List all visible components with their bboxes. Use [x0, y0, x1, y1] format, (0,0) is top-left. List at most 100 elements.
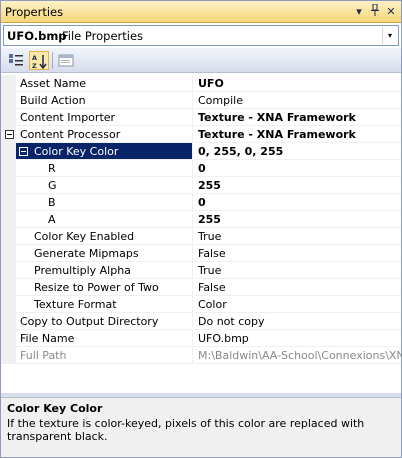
- property-name-cell[interactable]: Copy to Output Directory: [16, 313, 193, 330]
- property-name-cell[interactable]: B: [16, 194, 193, 211]
- properties-toolbar: A Z: [1, 48, 401, 73]
- property-value-cell: M:\Baldwin\AA-School\Connexions\XNA Ga: [194, 347, 401, 364]
- property-name: Asset Name: [20, 77, 87, 90]
- row-margin: [1, 160, 16, 177]
- property-row[interactable]: G 255: [1, 177, 401, 194]
- row-margin: [1, 75, 16, 92]
- property-name-cell[interactable]: Generate Mipmaps: [16, 245, 193, 262]
- property-row[interactable]: Texture Format Color: [1, 296, 401, 313]
- property-row[interactable]: Premultiply Alpha True: [1, 262, 401, 279]
- description-pane: Color Key Color If the texture is color-…: [1, 397, 401, 457]
- object-selector[interactable]: UFO.bmp File Properties ▾: [3, 25, 399, 46]
- row-margin: [1, 228, 16, 245]
- property-row[interactable]: File Name UFO.bmp: [1, 330, 401, 347]
- property-value: 255: [198, 213, 221, 226]
- property-value-cell[interactable]: Do not copy: [194, 313, 401, 330]
- property-row[interactable]: Asset Name UFO: [1, 75, 401, 92]
- description-text: If the texture is color-keyed, pixels of…: [7, 417, 365, 443]
- property-row[interactable]: Color Key Enabled True: [1, 228, 401, 245]
- property-value-cell[interactable]: Compile: [194, 92, 401, 109]
- close-icon[interactable]: ✕: [383, 4, 399, 19]
- auto-hide-pin-icon[interactable]: [367, 3, 383, 19]
- property-value-cell[interactable]: 0: [194, 160, 401, 177]
- property-row[interactable]: Content Processor Texture - XNA Framework: [1, 126, 401, 143]
- svg-text:Z: Z: [32, 62, 37, 69]
- property-row[interactable]: Copy to Output Directory Do not copy: [1, 313, 401, 330]
- property-name: B: [48, 196, 56, 209]
- property-grid: Asset Name UFO Build Action Compile Content …: [1, 75, 401, 367]
- row-margin: [1, 109, 16, 126]
- property-value-cell[interactable]: Color: [194, 296, 401, 313]
- window-menu-dropdown-icon[interactable]: ▾: [351, 4, 367, 19]
- object-name: UFO.bmp: [7, 29, 67, 43]
- property-row[interactable]: Build Action Compile: [1, 92, 401, 109]
- property-name-cell[interactable]: Texture Format: [16, 296, 193, 313]
- property-value: False: [198, 281, 226, 294]
- categorized-button[interactable]: [6, 51, 26, 70]
- property-row[interactable]: Color Key Color 0, 255, 0, 255: [1, 143, 401, 160]
- property-name: R: [48, 162, 56, 175]
- property-row[interactable]: Generate Mipmaps False: [1, 245, 401, 262]
- property-name: A: [48, 213, 56, 226]
- property-row[interactable]: A 255: [1, 211, 401, 228]
- property-row[interactable]: B0: [1, 194, 401, 211]
- property-name-cell[interactable]: Content Processor: [16, 126, 193, 143]
- property-name-cell[interactable]: Content Importer: [16, 109, 193, 126]
- property-name: Copy to Output Directory: [20, 315, 159, 328]
- property-name: Full Path: [20, 349, 67, 362]
- categorized-icon: [9, 54, 23, 66]
- property-row[interactable]: Content Importer Texture - XNA Framework: [1, 109, 401, 126]
- property-name-cell[interactable]: Asset Name: [16, 75, 193, 92]
- property-name-cell[interactable]: Premultiply Alpha: [16, 262, 193, 279]
- property-name-cell[interactable]: Color Key Color: [16, 143, 193, 160]
- property-value-cell[interactable]: 255: [194, 211, 401, 228]
- property-name-cell[interactable]: Resize to Power of Two: [16, 279, 193, 296]
- collapse-icon[interactable]: [5, 130, 14, 139]
- property-value-cell[interactable]: 0, 255, 0, 255: [194, 143, 401, 160]
- property-value: True: [198, 230, 222, 243]
- object-selector-dropdown-icon[interactable]: ▾: [382, 27, 397, 44]
- alphabetical-button[interactable]: A Z: [29, 51, 49, 70]
- property-name-cell[interactable]: Color Key Enabled: [16, 228, 193, 245]
- row-margin: [1, 194, 16, 211]
- property-value-cell[interactable]: 0: [194, 194, 401, 211]
- property-row[interactable]: R0: [1, 160, 401, 177]
- property-name-cell[interactable]: Full Path: [16, 347, 193, 364]
- property-value-cell[interactable]: False: [194, 279, 401, 296]
- property-name: Color Key Color: [34, 145, 119, 158]
- property-name-cell[interactable]: Build Action: [16, 92, 193, 109]
- property-row[interactable]: Resize to Power of Two False: [1, 279, 401, 296]
- row-margin: [1, 211, 16, 228]
- svg-text:A: A: [32, 54, 37, 62]
- property-value: 0: [198, 196, 206, 209]
- property-value-cell[interactable]: Texture - XNA Framework: [194, 109, 401, 126]
- property-value-cell[interactable]: True: [194, 228, 401, 245]
- property-value-cell[interactable]: 255: [194, 177, 401, 194]
- property-value-cell[interactable]: UFO.bmp: [194, 330, 401, 347]
- property-name: Generate Mipmaps: [34, 247, 139, 260]
- properties-window: Properties ▾ ✕ UFO.bmp File Properties ▾…: [0, 0, 402, 458]
- toolbar-separator: [52, 52, 53, 69]
- property-value-cell[interactable]: Texture - XNA Framework: [194, 126, 401, 143]
- window-title: Properties: [5, 5, 64, 19]
- property-row[interactable]: Full Path M:\Baldwin\AA-School\Connexions…: [1, 347, 401, 364]
- property-name: Content Importer: [20, 111, 116, 124]
- property-pages-button[interactable]: [56, 51, 76, 70]
- property-value-cell[interactable]: False: [194, 245, 401, 262]
- property-value-cell[interactable]: UFO: [194, 75, 401, 92]
- row-margin: [1, 177, 16, 194]
- row-margin: [1, 126, 16, 143]
- property-value: Compile: [198, 94, 243, 107]
- property-value: 0, 255, 0, 255: [198, 145, 284, 158]
- property-name: Color Key Enabled: [34, 230, 135, 243]
- property-value: Color: [198, 298, 227, 311]
- property-value-cell[interactable]: True: [194, 262, 401, 279]
- property-name-cell[interactable]: R: [16, 160, 193, 177]
- property-name: Resize to Power of Two: [34, 281, 159, 294]
- property-name-cell[interactable]: File Name: [16, 330, 193, 347]
- title-bar[interactable]: Properties ▾ ✕: [1, 1, 401, 23]
- property-value: False: [198, 247, 226, 260]
- collapse-icon[interactable]: [19, 147, 28, 156]
- property-name-cell[interactable]: A: [16, 211, 193, 228]
- property-name-cell[interactable]: G: [16, 177, 193, 194]
